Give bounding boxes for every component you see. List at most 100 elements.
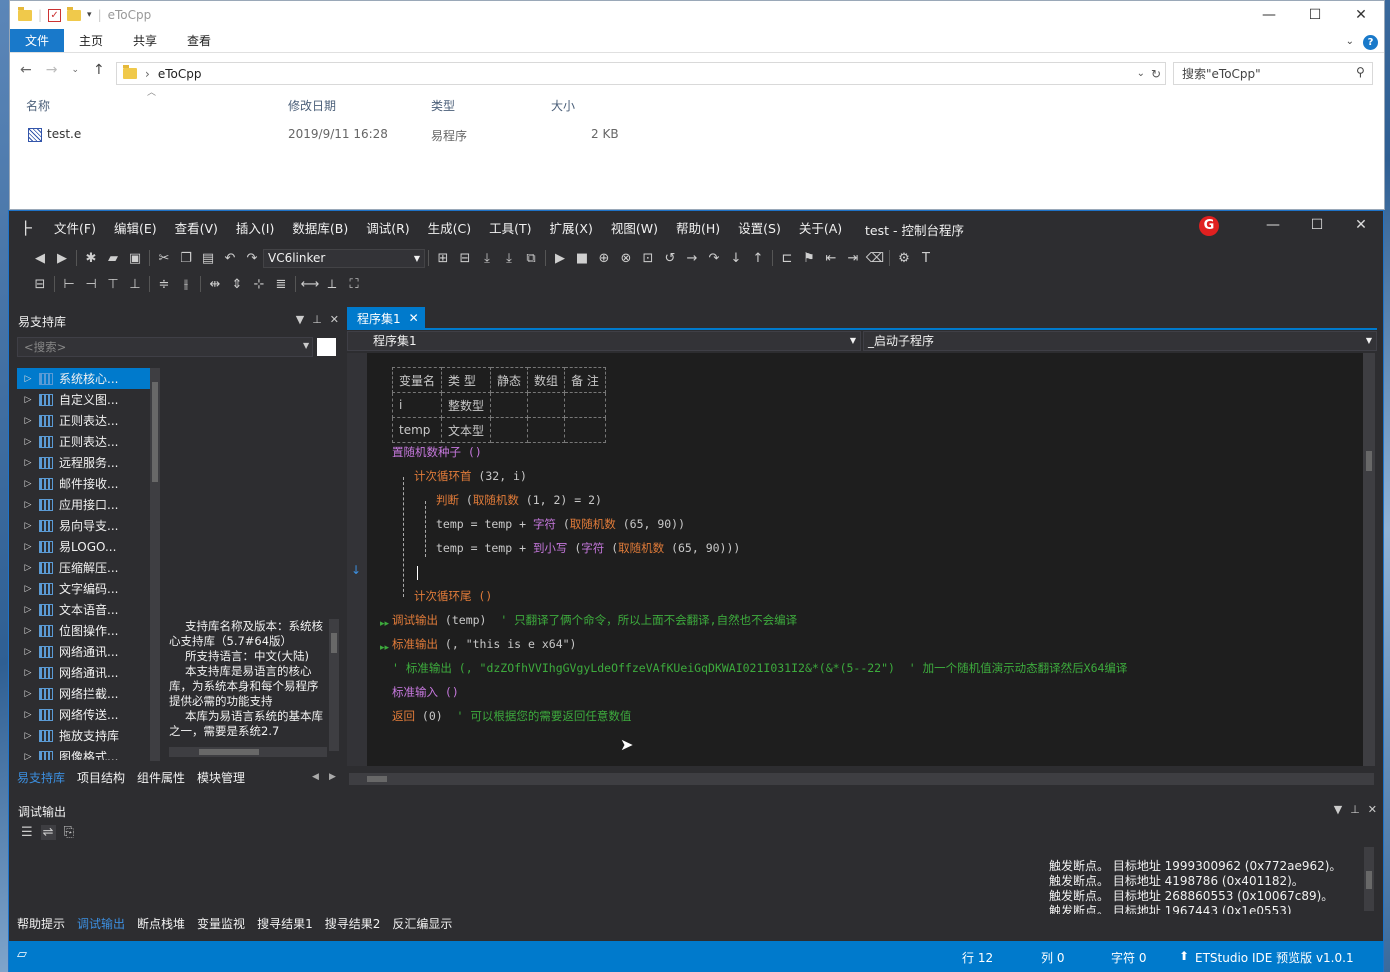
expand-icon[interactable]: ▷ [17, 563, 39, 573]
copy-output-icon[interactable]: ⎘ [64, 825, 74, 840]
expand-icon[interactable]: ▷ [17, 689, 39, 699]
editor-gutter[interactable] [347, 353, 367, 766]
nav-forward-icon[interactable]: ▶ [51, 248, 73, 268]
step-out-icon[interactable]: ↑ [747, 248, 769, 268]
debug-scrollbar[interactable] [1364, 847, 1374, 911]
same-size-icon[interactable]: ⊹ [248, 274, 270, 294]
expand-icon[interactable]: ▷ [17, 542, 39, 552]
window-icon[interactable]: ▱ [17, 947, 27, 962]
collapse-icon[interactable]: ▸▸ [380, 643, 389, 653]
color-swatch[interactable] [317, 338, 336, 356]
bookmark-clear-icon[interactable]: ⌫ [864, 248, 886, 268]
expand-icon[interactable]: ▷ [17, 395, 39, 405]
search-dropdown-icon[interactable]: ▼ [303, 341, 309, 350]
menu-view[interactable]: 查看(V) [166, 218, 227, 237]
column-size[interactable]: 大小 [551, 97, 575, 114]
debug-close-icon[interactable]: ✕ [1368, 803, 1377, 816]
open-file-icon[interactable]: ▰ [102, 248, 124, 268]
nav-back-icon[interactable]: ◀ [29, 248, 51, 268]
fit-icon[interactable]: ⛶ [343, 274, 365, 294]
align-bottom-icon[interactable]: ⊥ [124, 274, 146, 294]
up-icon[interactable]: ↑ [93, 62, 105, 78]
menu-insert[interactable]: 插入(I) [227, 218, 283, 237]
address-dropdown-icon[interactable]: ⌄ [1137, 68, 1145, 79]
editor-vscrollbar[interactable] [1363, 353, 1375, 766]
copy-icon[interactable]: ❐ [175, 248, 197, 268]
align-right-icon[interactable]: ⊣ [80, 274, 102, 294]
h-space-icon[interactable]: ⟷ [299, 274, 321, 294]
save-icon[interactable]: ▣ [124, 248, 146, 268]
recent-dropdown-icon[interactable]: ⌄ [71, 65, 79, 75]
breadcrumb-item[interactable]: eToCpp [158, 67, 202, 81]
step-next-icon[interactable]: → [681, 248, 703, 268]
column-type[interactable]: 类型 [431, 97, 455, 114]
tree-scrollbar[interactable] [150, 368, 160, 761]
library-tree-item[interactable]: ▷ 文本语音... [17, 599, 154, 620]
restart-icon[interactable]: ↺ [659, 248, 681, 268]
ide-close-button[interactable]: ✕ [1339, 211, 1383, 239]
compile-static-icon[interactable]: ⊟ [454, 248, 476, 268]
tab-properties[interactable]: 组件属性 [137, 769, 185, 791]
pin-icon[interactable]: ⊥ [1350, 803, 1360, 816]
tab-scroll-right-icon[interactable]: ▶ [329, 772, 336, 782]
search-icon[interactable]: ⚲ [1356, 65, 1365, 79]
expand-icon[interactable]: ▷ [17, 668, 39, 678]
library-tree-item[interactable]: ▷ 易LOGO... [17, 536, 154, 557]
align-left-icon[interactable]: ⊢ [58, 274, 80, 294]
undo-icon[interactable]: ↶ [219, 248, 241, 268]
ribbon-tab-file[interactable]: 文件 [10, 29, 65, 52]
ide-maximize-button[interactable]: ☐ [1295, 211, 1339, 239]
paste-icon[interactable]: ▤ [197, 248, 219, 268]
align-top-icon[interactable]: ⊤ [102, 274, 124, 294]
expand-icon[interactable]: ▷ [17, 752, 39, 761]
gear-icon[interactable]: ⚙ [893, 248, 915, 268]
tab-order-icon[interactable]: ⊟ [29, 274, 51, 294]
tab-watch[interactable]: 变量监视 [197, 915, 245, 935]
quick-access-dropdown-icon[interactable]: ▾ [87, 10, 92, 20]
tab-project[interactable]: 项目结构 [77, 769, 125, 791]
space-equal-icon[interactable]: ≣ [270, 274, 292, 294]
menu-help[interactable]: 帮助(H) [667, 218, 729, 237]
address-bar[interactable]: › eToCpp ⌄ ↻ [116, 62, 1166, 85]
back-icon[interactable]: ← [20, 62, 32, 78]
debug-attach-icon[interactable]: ⊗ [615, 248, 637, 268]
method-select[interactable]: _启动子程序 ▼ [863, 331, 1377, 351]
tab-search1[interactable]: 搜寻结果1 [257, 915, 313, 935]
compile-icon[interactable]: ⊞ [432, 248, 454, 268]
panel-menu-icon[interactable]: ▼ [296, 313, 304, 326]
cut-icon[interactable]: ✂ [153, 248, 175, 268]
menu-debug[interactable]: 调试(R) [357, 218, 418, 237]
tab-modules[interactable]: 模块管理 [197, 769, 245, 791]
refresh-icon[interactable]: ↻ [1151, 67, 1161, 81]
app-logo-icon[interactable]: ⺊ [9, 215, 45, 239]
publish-static-icon[interactable]: ⤓ [498, 248, 520, 268]
library-tree-item[interactable]: ▷ 远程服务... [17, 452, 154, 473]
account-badge-icon[interactable]: G [1199, 216, 1219, 236]
help-icon[interactable]: ? [1363, 35, 1378, 50]
library-tree-item[interactable]: ▷ 网络拦截... [17, 683, 154, 704]
editor-hscrollbar[interactable] [349, 773, 1374, 785]
bookmark-icon[interactable]: ⚑ [798, 248, 820, 268]
clear-output-icon[interactable]: ☰ [21, 825, 33, 840]
library-tree-item[interactable]: ▷ 拖放支持库 [17, 725, 154, 746]
library-tree-item[interactable]: ▷ 压缩解压... [17, 557, 154, 578]
step-into-icon[interactable]: ↓ [725, 248, 747, 268]
tab-help[interactable]: 帮助提示 [17, 915, 65, 935]
library-tree-item[interactable]: ▷ 邮件接收... [17, 473, 154, 494]
library-tree-item[interactable]: ▷ 自定义图... [17, 389, 154, 410]
library-search-input[interactable]: <搜索> [17, 337, 313, 357]
bookmark-next-icon[interactable]: ⇥ [842, 248, 864, 268]
breadcrumb-chevron-icon[interactable]: › [145, 67, 150, 81]
library-tree-item[interactable]: ▷ 网络通讯... [17, 662, 154, 683]
search-input[interactable]: 搜索"eToCpp" [1173, 62, 1373, 85]
pin-icon[interactable]: ⊥ [312, 313, 322, 326]
menu-about[interactable]: 关于(A) [790, 218, 851, 237]
class-select[interactable]: 程序集1 ▼ [347, 331, 861, 351]
same-height-icon[interactable]: ⇕ [226, 274, 248, 294]
tab-breakpoints[interactable]: 断点栈堆 [137, 915, 185, 935]
expand-icon[interactable]: ▷ [17, 605, 39, 615]
expand-icon[interactable]: ▷ [17, 584, 39, 594]
redo-icon[interactable]: ↷ [241, 248, 263, 268]
tab-search2[interactable]: 搜寻结果2 [325, 915, 381, 935]
column-modified[interactable]: 修改日期 [288, 97, 336, 114]
